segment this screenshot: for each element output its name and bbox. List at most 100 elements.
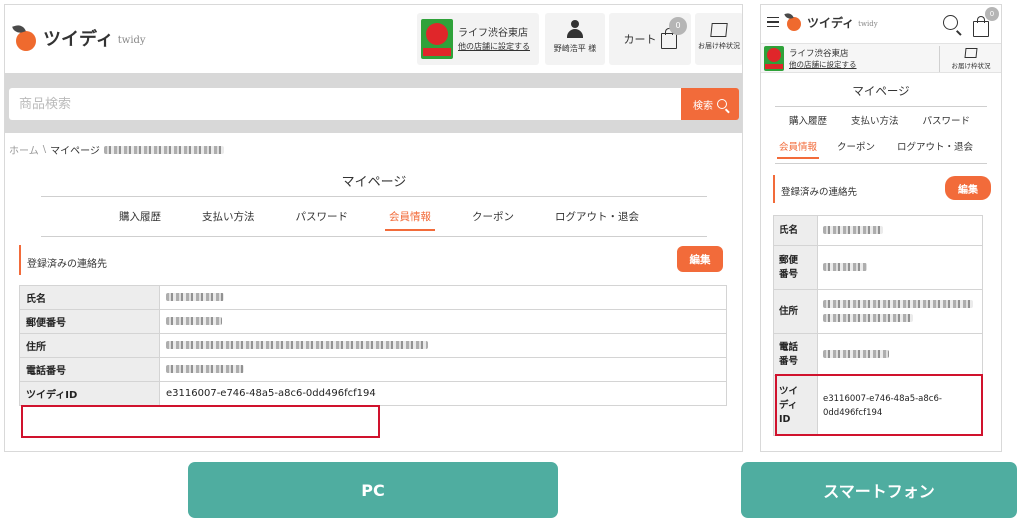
highlight-box [775,374,983,436]
tab-password[interactable]: パスワード [919,113,975,132]
redacted-text [823,263,867,271]
change-store-link[interactable]: 他の店舗に設定する [458,41,530,52]
pc-label-button[interactable]: PC [188,462,558,518]
table-row: 郵便 番号 [773,245,983,290]
table-row: 氏名 [19,285,727,310]
cart-count-badge: 0 [669,17,687,35]
store-logo-icon [764,46,784,71]
row-label-phone: 電話番号 [19,357,160,382]
mypage-tabs-row2: 会員情報 クーポン ログアウト・退会 [777,139,977,159]
logo-icon [12,23,39,51]
table-row: 電話番号 [19,357,727,382]
page-title: マイページ [41,171,707,197]
delivery-status-button[interactable]: お届け枠状況 [695,13,742,65]
row-label-twidy-id: ツイディID [19,381,160,406]
sp-store-bar: ライフ渋谷東店 他の店舗に設定する お届け枠状況 [761,43,1001,73]
page-title: マイページ [775,83,987,107]
smartphone-screenshot: ツイディ twidy 0 ライフ渋谷東店 他の店舗に設定する お届け枠状況 マイ… [760,4,1002,452]
redacted-text [166,341,428,349]
section-title: 登録済みの連絡先 [781,187,858,198]
logo-subtext: twidy [117,35,146,46]
highlight-box [21,405,380,438]
breadcrumb-separator: \ [42,144,47,155]
row-value-address [159,333,727,358]
row-label-address: 住所 [773,289,818,334]
table-row: 郵便番号 [19,309,727,334]
breadcrumb: ホーム \ マイページ [9,142,224,157]
row-label-address: 住所 [19,333,160,358]
row-value-twidy-id: e3116007-e746-48a5-a8c6-0dd496fcf194 [159,381,727,406]
change-store-link[interactable]: 他の店舗に設定する [789,59,857,70]
section-title: 登録済みの連絡先 [27,259,107,270]
search-icon[interactable] [943,15,958,30]
site-logo[interactable]: ツイディ twidy [784,12,878,31]
tab-coupon[interactable]: クーポン [833,139,879,159]
delivery-label: お届け枠状況 [951,62,991,70]
tab-logout-withdraw[interactable]: ログアウト・退会 [893,139,977,159]
bag-icon [660,28,677,49]
redacted-text [823,226,883,234]
tab-member-info[interactable]: 会員情報 [777,139,820,159]
row-value-phone [159,357,727,382]
hamburger-icon[interactable] [767,17,779,27]
table-row: 電話 番号 [773,333,983,376]
cart-count-badge: 0 [985,7,999,21]
redacted-text [823,300,973,308]
contact-section-header: 登録済みの連絡先 編集 [19,245,727,279]
redacted-text [166,365,244,373]
edit-button[interactable]: 編集 [945,176,991,200]
store-logo-icon [421,19,453,59]
search-input[interactable] [9,88,681,120]
tab-purchase-history[interactable]: 購入履歴 [785,113,831,132]
site-logo[interactable]: ツイディ twidy [12,23,146,51]
bag-icon[interactable] [973,16,989,37]
redacted-text [823,314,913,322]
table-row: 住所 [773,289,983,334]
logo-text: ツイディ [43,29,114,49]
sp-header: ツイディ twidy 0 [761,5,1001,41]
row-value-postal [817,245,983,290]
tab-member-info[interactable]: 会員情報 [385,209,435,231]
smartphone-label-button[interactable]: スマートフォン [741,462,1017,518]
search-icon [717,99,727,109]
pc-header: ツイディ twidy ライフ渋谷東店 他の店舗に設定する 野崎浩平 様 カート … [5,5,742,73]
row-label-name: 氏名 [19,285,160,310]
contact-section-header: 登録済みの連絡先 編集 [773,173,991,207]
tab-purchase-history[interactable]: 購入履歴 [115,209,165,231]
box-icon [710,23,728,37]
delivery-label: お届け枠状況 [698,42,740,50]
breadcrumb-current: マイページ [50,146,100,157]
row-value-name [817,215,983,246]
mypage-tabs: 購入履歴 支払い方法 パスワード 会員情報 クーポン ログアウト・退会 [115,209,643,231]
cart-button[interactable]: カート 0 [609,13,691,65]
store-selector[interactable]: ライフ渋谷東店 他の店舗に設定する [417,13,539,65]
section-accent-bar [773,175,775,203]
tab-divider [775,163,987,164]
table-row: ツイディID e3116007-e746-48a5-a8c6-0dd496fcf… [19,381,727,406]
logo-icon [784,12,803,31]
breadcrumb-home[interactable]: ホーム [9,142,39,157]
table-row: 氏名 [773,215,983,246]
divider [939,46,940,72]
tab-logout-withdraw[interactable]: ログアウト・退会 [551,209,643,231]
tab-payment-method[interactable]: 支払い方法 [198,209,259,231]
store-name: ライフ渋谷東店 [789,49,849,59]
tab-coupon[interactable]: クーポン [468,209,518,231]
tab-password[interactable]: パスワード [292,209,353,231]
row-value-phone [817,333,983,376]
search-button-label: 検索 [693,100,713,112]
user-icon [566,20,584,40]
search-button[interactable]: 検索 [681,88,739,120]
row-label-postal: 郵便番号 [19,309,160,334]
search-bar: 検索 [5,73,742,133]
delivery-status-button[interactable]: お届け枠状況 [941,46,1001,70]
redacted-text [166,317,222,325]
tab-payment-method[interactable]: 支払い方法 [847,113,903,132]
edit-button[interactable]: 編集 [677,246,723,272]
row-value-postal [159,309,727,334]
user-account-button[interactable]: 野崎浩平 様 [545,13,605,65]
table-row: 住所 [19,333,727,358]
tab-divider [41,236,707,237]
redacted-text [103,145,224,154]
store-name: ライフ渋谷東店 [458,27,528,39]
